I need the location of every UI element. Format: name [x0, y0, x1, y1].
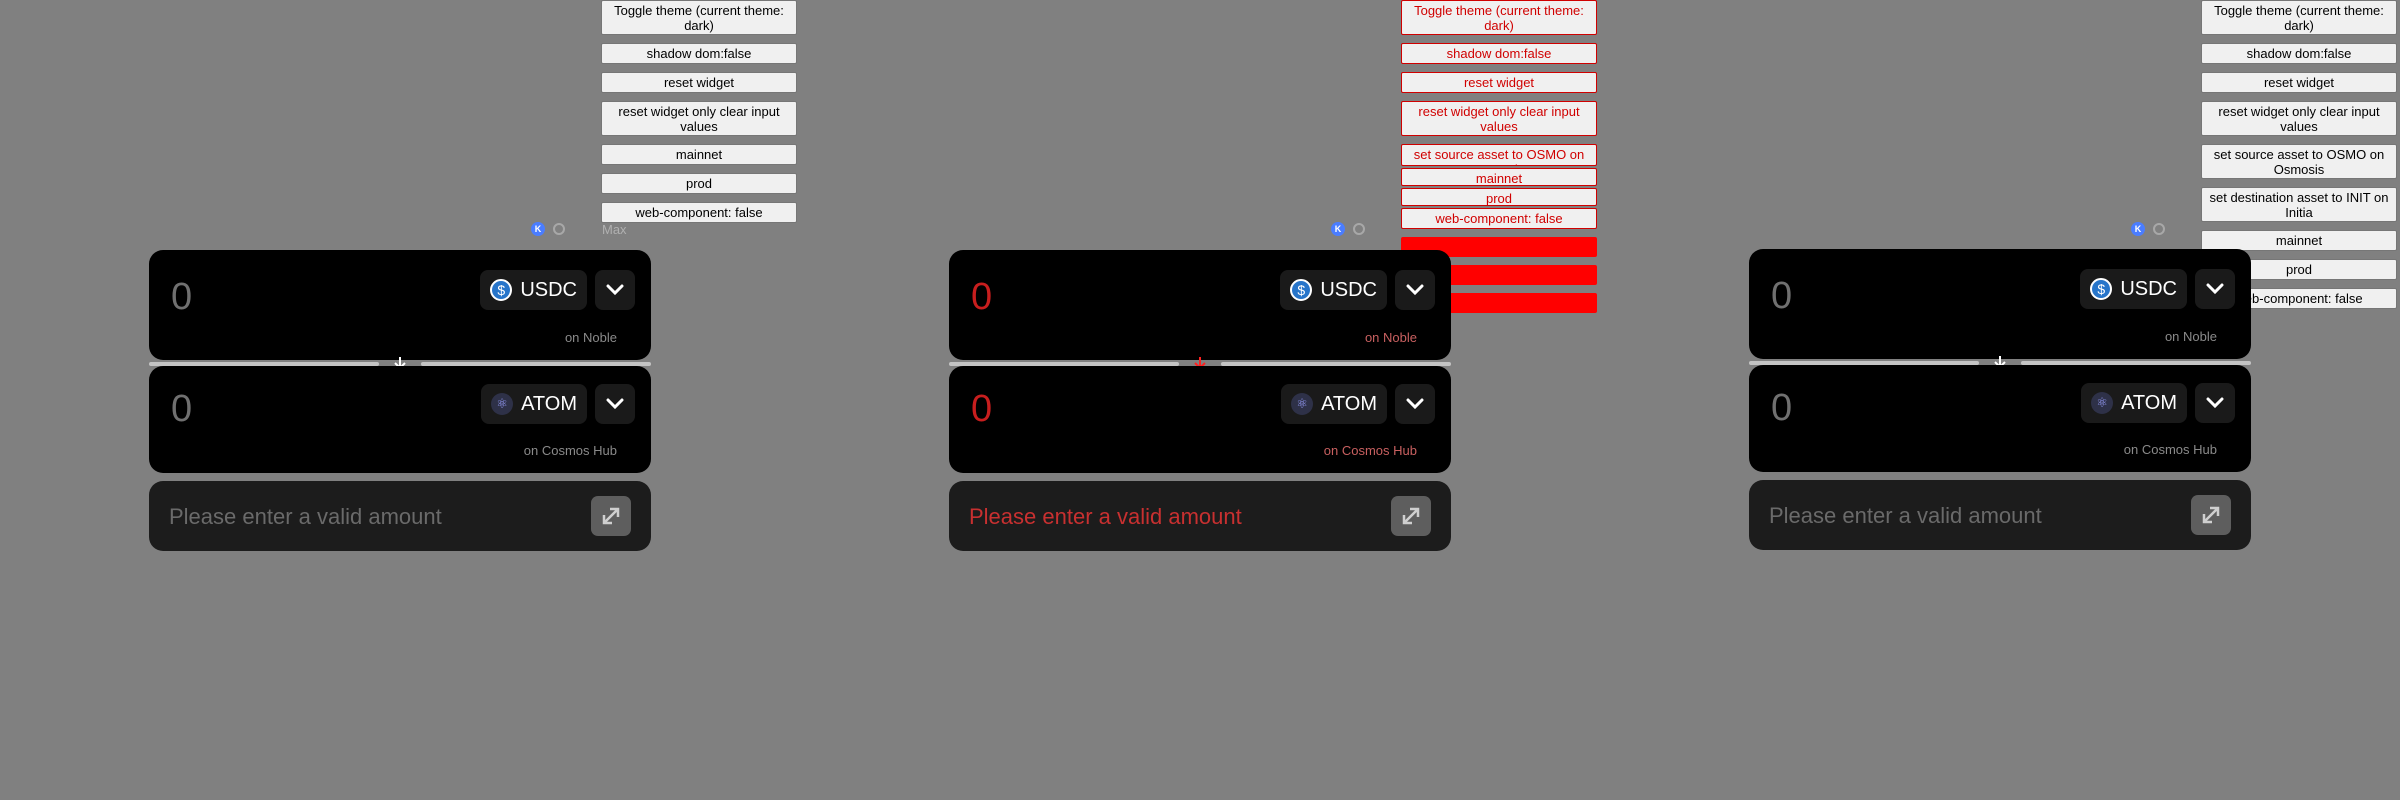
toggle-theme-button[interactable]: Toggle theme (current theme: dark)	[1401, 0, 1597, 35]
chevron-down-icon	[1406, 284, 1424, 296]
expand-icon	[1402, 507, 1420, 525]
usdc-icon: $	[1290, 279, 1313, 301]
spinner-icon	[553, 223, 565, 235]
chevron-down-icon	[2206, 283, 2224, 295]
set-destination-button[interactable]: set destination asset to INIT on Initia	[2201, 187, 2397, 222]
submit-button[interactable]: Please enter a valid amount	[949, 481, 1451, 551]
reset-widget-button[interactable]: reset widget	[2201, 72, 2397, 93]
reset-widget-button[interactable]: reset widget	[1401, 72, 1597, 93]
source-amount-input[interactable]: 0	[171, 276, 192, 319]
chevron-down-icon	[2206, 397, 2224, 409]
source-card: 0 $ USDC on Noble	[149, 250, 651, 360]
expand-icon	[602, 507, 620, 525]
mainnet-button[interactable]: mainnet	[2201, 230, 2397, 251]
expand-button[interactable]	[2191, 495, 2231, 535]
source-chain-label: on Noble	[564, 330, 617, 345]
destination-chain-label: on Cosmos Hub	[2123, 442, 2217, 457]
source-chevron-button[interactable]	[1395, 270, 1435, 310]
expand-button[interactable]	[1391, 496, 1431, 536]
destination-asset-button[interactable]: ⚛ ATOM	[2081, 383, 2187, 423]
k-icon[interactable]: K	[2131, 222, 2145, 236]
spinner-icon	[2153, 223, 2165, 235]
source-asset-name: USDC	[2120, 277, 2177, 300]
source-chain-label: on Noble	[2164, 329, 2217, 344]
source-asset-button[interactable]: $ USDC	[1280, 270, 1387, 310]
usdc-icon: $	[490, 279, 513, 301]
usdc-icon: $	[2090, 278, 2113, 300]
reset-clear-button[interactable]: reset widget only clear input values	[601, 101, 797, 136]
chevron-down-icon	[1406, 398, 1424, 410]
destination-chevron-button[interactable]	[2195, 383, 2235, 423]
destination-card: 0 ⚛ ATOM on Cosmos Hub	[149, 366, 651, 473]
shadow-dom-button[interactable]: shadow dom:false	[601, 43, 797, 64]
status-indicators: K	[531, 222, 565, 236]
destination-asset-name: ATOM	[521, 392, 577, 415]
source-amount-input[interactable]: 0	[971, 276, 992, 319]
destination-chevron-button[interactable]	[595, 384, 635, 424]
atom-icon: ⚛	[2091, 392, 2114, 414]
shadow-dom-button[interactable]: shadow dom:false	[2201, 43, 2397, 64]
source-card: 0 $ USDC on Noble	[949, 250, 1451, 360]
widget-panel-3: Toggle theme (current theme: dark) shado…	[1600, 0, 2400, 800]
destination-amount-input[interactable]: 0	[1771, 387, 1792, 430]
expand-icon	[2202, 506, 2220, 524]
mainnet-button[interactable]: mainnet	[1401, 168, 1597, 186]
source-chain-label: on Noble	[1364, 330, 1417, 345]
web-component-button[interactable]: web-component: false	[601, 202, 797, 223]
source-card: 0 $ USDC on Noble	[1749, 249, 2251, 359]
shadow-dom-button[interactable]: shadow dom:false	[1401, 43, 1597, 64]
destination-chevron-button[interactable]	[1395, 384, 1435, 424]
status-indicators: K	[1331, 222, 1365, 236]
submit-button[interactable]: Please enter a valid amount	[1749, 480, 2251, 550]
max-label: Max	[602, 222, 627, 237]
prod-button[interactable]: prod	[601, 173, 797, 194]
expand-button[interactable]	[591, 496, 631, 536]
source-chevron-button[interactable]	[595, 270, 635, 310]
source-asset-button[interactable]: $ USDC	[480, 270, 587, 310]
web-component-button[interactable]: web-component: false	[1401, 208, 1597, 229]
destination-asset-name: ATOM	[1321, 392, 1377, 415]
source-asset-name: USDC	[520, 278, 577, 301]
destination-card: 0 ⚛ ATOM on Cosmos Hub	[949, 366, 1451, 473]
mainnet-button[interactable]: mainnet	[601, 144, 797, 165]
destination-amount-input[interactable]: 0	[171, 388, 192, 431]
prod-button[interactable]: prod	[1401, 188, 1597, 206]
destination-asset-button[interactable]: ⚛ ATOM	[481, 384, 587, 424]
source-asset-button[interactable]: $ USDC	[2080, 269, 2187, 309]
chevron-down-icon	[606, 398, 624, 410]
toggle-theme-button[interactable]: Toggle theme (current theme: dark)	[601, 0, 797, 35]
debug-controls: Toggle theme (current theme: dark) shado…	[601, 0, 797, 231]
reset-clear-button[interactable]: reset widget only clear input values	[2201, 101, 2397, 136]
submit-label: Please enter a valid amount	[1769, 503, 2042, 528]
set-source-button[interactable]: set source asset to OSMO on Osmosis	[1401, 144, 1597, 166]
destination-asset-name: ATOM	[2121, 391, 2177, 414]
destination-asset-button[interactable]: ⚛ ATOM	[1281, 384, 1387, 424]
submit-button[interactable]: Please enter a valid amount	[149, 481, 651, 551]
toggle-theme-button[interactable]: Toggle theme (current theme: dark)	[2201, 0, 2397, 35]
set-source-button[interactable]: set source asset to OSMO on Osmosis	[2201, 144, 2397, 179]
source-chevron-button[interactable]	[2195, 269, 2235, 309]
status-indicators: K	[2131, 222, 2165, 236]
atom-icon: ⚛	[1291, 393, 1314, 415]
submit-label: Please enter a valid amount	[169, 504, 442, 529]
atom-icon: ⚛	[491, 393, 514, 415]
submit-label: Please enter a valid amount	[969, 504, 1242, 529]
chevron-down-icon	[606, 284, 624, 296]
destination-amount-input[interactable]: 0	[971, 388, 992, 431]
source-amount-input[interactable]: 0	[1771, 275, 1792, 318]
destination-chain-label: on Cosmos Hub	[1323, 443, 1417, 458]
reset-clear-button[interactable]: reset widget only clear input values	[1401, 101, 1597, 136]
source-asset-name: USDC	[1320, 278, 1377, 301]
reset-widget-button[interactable]: reset widget	[601, 72, 797, 93]
widget-panel-1: Toggle theme (current theme: dark) shado…	[0, 0, 800, 800]
k-icon[interactable]: K	[1331, 222, 1345, 236]
spinner-icon	[1353, 223, 1365, 235]
k-icon[interactable]: K	[531, 222, 545, 236]
destination-chain-label: on Cosmos Hub	[523, 443, 617, 458]
widget-panel-2: Toggle theme (current theme: dark) shado…	[800, 0, 1600, 800]
destination-card: 0 ⚛ ATOM on Cosmos Hub	[1749, 365, 2251, 472]
